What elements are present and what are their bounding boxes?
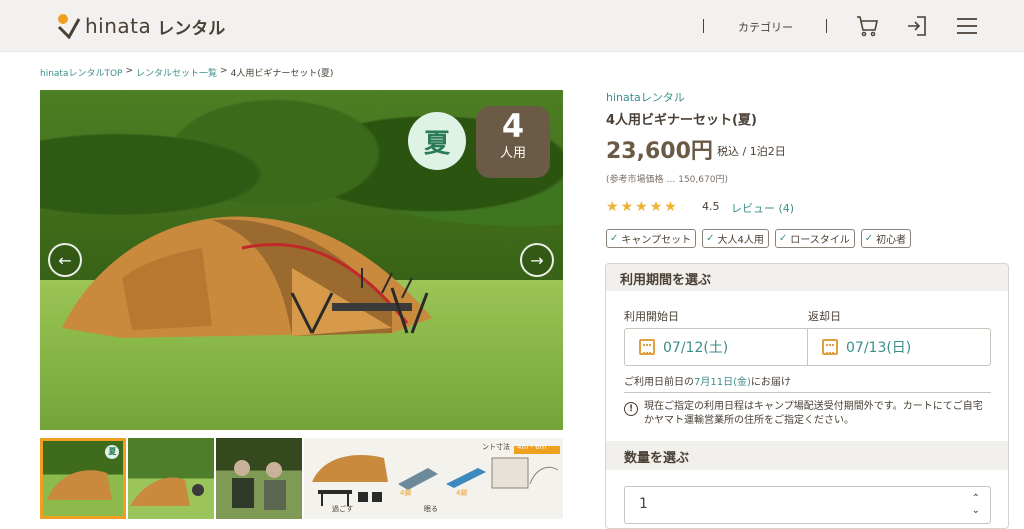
thumb-label-range: 4m - 6m — [517, 443, 547, 451]
rating-value: 4.5 — [702, 200, 720, 213]
thumb-season-badge: 夏 — [105, 445, 120, 459]
thumb-people-icon — [231, 460, 286, 510]
quantity-select[interactable]: 1 ⌃ ⌄ — [624, 486, 991, 524]
thumb-label-size: ント寸法 — [482, 443, 511, 451]
breadcrumb-separator: > — [220, 66, 228, 76]
main-product-image: 夏 4 人用 ← → — [40, 90, 563, 430]
delivery-suffix: にお届け — [750, 377, 791, 388]
tag-label: 大人4人用 — [717, 235, 764, 246]
check-icon: ✓ — [864, 233, 874, 244]
tag-item[interactable]: ✓ ロースタイル — [774, 229, 855, 248]
check-icon: ✓ — [706, 233, 715, 244]
delivery-date: 7月11日(金) — [694, 377, 751, 388]
star-icon: ★ — [620, 199, 634, 215]
star-icon: ★ — [606, 199, 619, 215]
delivery-warning: ! 現在ご指定の利用日程はキャンプ場配送受付期間外です。カートにてご自宅かヤマト… — [624, 400, 991, 428]
warning-icon: ! — [624, 402, 638, 416]
start-date-label: 利用開始日 — [624, 310, 679, 323]
arrow-left-icon: ← — [58, 250, 72, 270]
thumbnail-strip: 夏 ント寸法 4m - 6m 過ごす 眠る 4脚 4脚 — [40, 438, 563, 519]
star-icon: ★ — [649, 199, 663, 215]
product-title: 4人用ビギナーセット(夏) — [606, 113, 757, 128]
review-link[interactable]: レビュー (4) — [731, 200, 794, 216]
quantity-value: 1 — [639, 496, 648, 512]
thumb-label-sleep: 眠る — [424, 505, 439, 513]
breadcrumb: hinataレンタルTOP > レンタルセット一覧 > 4人用ビギナーセット(夏… — [40, 66, 333, 79]
thumb-tent-icon — [47, 470, 112, 500]
end-date-value: 07/13(日) — [846, 340, 912, 356]
thumbnail-4[interactable]: ント寸法 4m - 6m 過ごす 眠る 4脚 4脚 — [304, 438, 563, 519]
breadcrumb-item-current: 4人用ビギナーセット(夏) — [230, 69, 334, 79]
logo-text: hinata — [85, 14, 152, 38]
price-note: 税込 / 1泊2日 — [717, 145, 786, 158]
start-date-value: 07/12(土) — [663, 340, 729, 356]
product-price: 23,600円 — [606, 139, 713, 164]
tag-item[interactable]: ✓ キャンプセット — [606, 229, 697, 248]
site-header: hinata レンタル カテゴリー — [0, 0, 1024, 52]
capacity-number: 4 — [501, 107, 525, 145]
site-logo[interactable]: hinata レンタル — [57, 12, 225, 40]
header-divider — [826, 19, 827, 33]
logo-mark-icon — [57, 14, 81, 39]
arrow-right-icon: → — [530, 250, 544, 270]
next-image-button[interactable]: → — [520, 243, 554, 277]
calendar-icon — [639, 339, 655, 355]
check-icon: ✓ — [610, 233, 619, 244]
thumb-tent-icon — [130, 477, 205, 506]
capacity-unit: 人用 — [499, 146, 526, 161]
quantity-section-title: 数量を選ぶ — [606, 441, 1008, 470]
shop-name-link[interactable]: hinataレンタル — [606, 89, 685, 105]
tag-label: 初心者 — [876, 235, 907, 246]
tag-list: ✓ キャンプセット ✓ 大人4人用 ✓ ロースタイル ✓ 初心者 — [606, 229, 912, 248]
warning-text: 現在ご指定の利用日程はキャンプ場配送受付期間外です。カートにてご自宅かヤマト運輸… — [644, 401, 983, 426]
capacity-badge: 4 人用 — [476, 106, 550, 178]
prev-image-button[interactable]: ← — [48, 243, 82, 277]
thumbnail-2[interactable] — [128, 438, 214, 519]
calendar-icon — [822, 339, 838, 355]
panel-divider — [624, 392, 991, 393]
star-icon: ★ — [664, 199, 677, 215]
rating-stars: ★ ★ ★ ★ ★ — [606, 199, 677, 215]
delivery-note: ご利用日前日の7月11日(金)にお届け — [624, 373, 791, 388]
thumb-label-relax: 過ごす — [332, 505, 354, 513]
thumbnail-3[interactable] — [215, 438, 303, 519]
cart-icon[interactable] — [855, 14, 879, 38]
breadcrumb-item-sets[interactable]: レンタルセット一覧 — [136, 66, 217, 79]
tag-label: ロースタイル — [790, 235, 850, 246]
select-arrows-icon: ⌃ ⌄ — [971, 493, 980, 516]
breadcrumb-separator: > — [125, 66, 134, 76]
date-range-picker: 07/12(土) 07/13(日) — [624, 328, 991, 366]
period-section-title: 利用期間を選ぶ — [606, 264, 1008, 291]
thumb-label-count: 4脚 — [456, 489, 468, 497]
thumb-label-count: 4脚 — [400, 489, 412, 497]
check-icon: ✓ — [778, 233, 788, 244]
category-link[interactable]: カテゴリー — [738, 19, 793, 35]
menu-icon[interactable] — [955, 14, 979, 38]
delivery-prefix: ご利用日前日の — [624, 377, 694, 388]
tent-illustration — [62, 216, 432, 338]
tag-label: キャンプセット — [621, 235, 692, 246]
breadcrumb-item-top[interactable]: hinataレンタルTOP — [40, 66, 122, 79]
login-icon[interactable] — [905, 14, 929, 38]
end-date-label: 返却日 — [808, 310, 841, 323]
start-date-field[interactable]: 07/12(土) — [625, 329, 807, 365]
thumbnail-1[interactable]: 夏 — [40, 438, 127, 519]
season-badge: 夏 — [408, 112, 466, 170]
end-date-field[interactable]: 07/13(日) — [807, 329, 990, 365]
header-divider — [703, 19, 704, 33]
reference-price: (参考市場価格 … 150,670円) — [606, 175, 728, 185]
star-icon: ★ — [635, 199, 648, 215]
logo-subtext: レンタル — [157, 18, 226, 39]
booking-panel: 利用期間を選ぶ 利用開始日 返却日 07/12(土) 07/13(日) ご利用日… — [605, 263, 1009, 529]
tag-item[interactable]: ✓ 初心者 — [860, 229, 912, 248]
tag-item[interactable]: ✓ 大人4人用 — [702, 229, 769, 248]
